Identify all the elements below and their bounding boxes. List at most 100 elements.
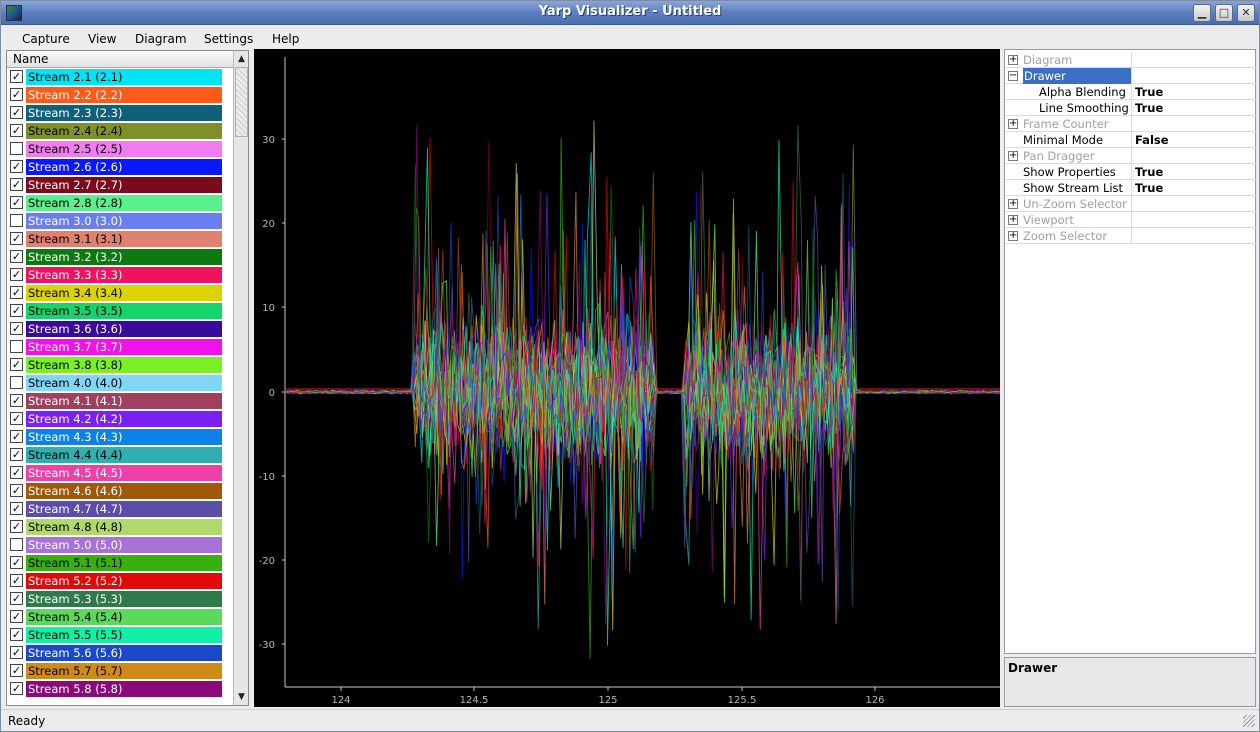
stream-list-item[interactable]: ✓ Stream 4.8 (4.8) <box>7 518 233 536</box>
stream-checkbox[interactable]: ✓ <box>10 196 23 209</box>
stream-list-scrollbar[interactable]: ▲ ▼ <box>233 51 248 705</box>
stream-list-item[interactable]: ✓ Stream 4.2 (4.2) <box>7 410 233 428</box>
stream-list-item[interactable]: ✓ Stream 3.5 (3.5) <box>7 302 233 320</box>
stream-checkbox[interactable]: ✓ <box>10 466 23 479</box>
expand-icon[interactable]: + <box>1008 215 1018 225</box>
property-value[interactable]: False <box>1135 132 1169 148</box>
stream-checkbox[interactable]: ✓ <box>10 664 23 677</box>
stream-checkbox[interactable] <box>10 538 23 551</box>
property-value[interactable]: True <box>1135 180 1163 196</box>
stream-list-item[interactable]: ✓ Stream 5.4 (5.4) <box>7 608 233 626</box>
scrollbar-thumb[interactable] <box>235 67 248 137</box>
stream-checkbox[interactable] <box>10 142 23 155</box>
stream-checkbox[interactable]: ✓ <box>10 394 23 407</box>
stream-checkbox[interactable]: ✓ <box>10 610 23 623</box>
stream-checkbox[interactable]: ✓ <box>10 70 23 83</box>
stream-list-item[interactable]: ✓ Stream 3.1 (3.1) <box>7 230 233 248</box>
stream-list-item[interactable]: ✓ Stream 2.7 (2.7) <box>7 176 233 194</box>
expand-icon[interactable]: + <box>1008 119 1018 129</box>
resize-grip-icon[interactable] <box>1243 715 1255 727</box>
stream-checkbox[interactable]: ✓ <box>10 682 23 695</box>
plot-canvas[interactable]: 30 20 10 0 -10 -20 -30 124 124.5 125 125.5 126 <box>254 49 1000 707</box>
menu-diagram[interactable]: Diagram <box>135 32 187 46</box>
expand-icon[interactable]: + <box>1008 151 1018 161</box>
stream-checkbox[interactable]: ✓ <box>10 106 23 119</box>
property-row[interactable]: + Pan Dragger <box>1005 148 1256 164</box>
scroll-up-arrow-icon[interactable]: ▲ <box>235 52 248 66</box>
stream-list-item[interactable]: Stream 4.0 (4.0) <box>7 374 233 392</box>
collapse-icon[interactable]: − <box>1008 71 1018 81</box>
stream-list-item[interactable]: ✓ Stream 2.2 (2.2) <box>7 86 233 104</box>
stream-list-item[interactable]: ✓ Stream 2.8 (2.8) <box>7 194 233 212</box>
stream-list-item[interactable]: ✓ Stream 5.3 (5.3) <box>7 590 233 608</box>
stream-checkbox[interactable]: ✓ <box>10 412 23 425</box>
stream-list-item[interactable]: ✓ Stream 4.6 (4.6) <box>7 482 233 500</box>
property-row[interactable]: Alpha Blending True <box>1005 84 1256 100</box>
stream-checkbox[interactable]: ✓ <box>10 592 23 605</box>
title-bar[interactable]: Yarp Visualizer - Untitled ▁ □ ✕ <box>1 1 1259 25</box>
property-row[interactable]: + Diagram <box>1005 52 1256 68</box>
stream-checkbox[interactable]: ✓ <box>10 322 23 335</box>
stream-list-item[interactable]: ✓ Stream 5.1 (5.1) <box>7 554 233 572</box>
property-row[interactable]: − Drawer <box>1005 68 1256 84</box>
stream-list-item[interactable]: ✓ Stream 4.7 (4.7) <box>7 500 233 518</box>
stream-list-item[interactable]: ✓ Stream 5.2 (5.2) <box>7 572 233 590</box>
expand-icon[interactable]: + <box>1008 55 1018 65</box>
stream-checkbox[interactable]: ✓ <box>10 520 23 533</box>
stream-list-item[interactable]: ✓ Stream 2.4 (2.4) <box>7 122 233 140</box>
stream-list-item[interactable]: ✓ Stream 3.4 (3.4) <box>7 284 233 302</box>
stream-checkbox[interactable] <box>10 376 23 389</box>
property-value[interactable]: True <box>1135 100 1163 116</box>
expand-icon[interactable]: + <box>1008 231 1018 241</box>
stream-checkbox[interactable]: ✓ <box>10 574 23 587</box>
property-row[interactable]: + Viewport <box>1005 212 1256 228</box>
stream-list-item[interactable]: ✓ Stream 2.3 (2.3) <box>7 104 233 122</box>
stream-list-item[interactable]: Stream 3.7 (3.7) <box>7 338 233 356</box>
property-row[interactable]: Minimal Mode False <box>1005 132 1256 148</box>
stream-checkbox[interactable]: ✓ <box>10 358 23 371</box>
stream-list-item[interactable]: ✓ Stream 2.6 (2.6) <box>7 158 233 176</box>
stream-list-item[interactable]: Stream 5.0 (5.0) <box>7 536 233 554</box>
property-row[interactable]: + Frame Counter <box>1005 116 1256 132</box>
stream-list-item[interactable]: Stream 3.0 (3.0) <box>7 212 233 230</box>
stream-checkbox[interactable]: ✓ <box>10 448 23 461</box>
stream-checkbox[interactable]: ✓ <box>10 304 23 317</box>
minimize-button[interactable]: ▁ <box>1193 4 1211 22</box>
expand-icon[interactable]: + <box>1008 199 1018 209</box>
property-row[interactable]: + Un-Zoom Selector <box>1005 196 1256 212</box>
stream-checkbox[interactable]: ✓ <box>10 268 23 281</box>
stream-list-header[interactable]: Name <box>7 51 233 68</box>
stream-list-item[interactable]: Stream 2.5 (2.5) <box>7 140 233 158</box>
property-row[interactable]: Show Properties True <box>1005 164 1256 180</box>
property-value[interactable]: True <box>1135 84 1163 100</box>
stream-checkbox[interactable]: ✓ <box>10 430 23 443</box>
scroll-down-arrow-icon[interactable]: ▼ <box>235 690 248 704</box>
stream-checkbox[interactable]: ✓ <box>10 250 23 263</box>
stream-checkbox[interactable]: ✓ <box>10 628 23 641</box>
property-row[interactable]: Show Stream List True <box>1005 180 1256 196</box>
property-value[interactable]: True <box>1135 164 1163 180</box>
stream-list-item[interactable]: ✓ Stream 3.2 (3.2) <box>7 248 233 266</box>
stream-checkbox[interactable]: ✓ <box>10 232 23 245</box>
stream-list-item[interactable]: ✓ Stream 3.3 (3.3) <box>7 266 233 284</box>
stream-list-item[interactable]: ✓ Stream 5.8 (5.8) <box>7 680 233 698</box>
stream-list-item[interactable]: ✓ Stream 4.1 (4.1) <box>7 392 233 410</box>
stream-list-item[interactable]: ✓ Stream 3.6 (3.6) <box>7 320 233 338</box>
stream-list-item[interactable]: ✓ Stream 4.3 (4.3) <box>7 428 233 446</box>
stream-checkbox[interactable] <box>10 340 23 353</box>
stream-checkbox[interactable]: ✓ <box>10 502 23 515</box>
stream-list-item[interactable]: ✓ Stream 3.8 (3.8) <box>7 356 233 374</box>
menu-help[interactable]: Help <box>272 32 299 46</box>
property-row[interactable]: + Zoom Selector <box>1005 228 1256 244</box>
stream-checkbox[interactable]: ✓ <box>10 160 23 173</box>
stream-checkbox[interactable]: ✓ <box>10 556 23 569</box>
stream-checkbox[interactable]: ✓ <box>10 286 23 299</box>
stream-list-item[interactable]: ✓ Stream 2.1 (2.1) <box>7 68 233 86</box>
stream-checkbox[interactable]: ✓ <box>10 88 23 101</box>
menu-settings[interactable]: Settings <box>204 32 253 46</box>
property-row[interactable]: Line Smoothing True <box>1005 100 1256 116</box>
stream-checkbox[interactable]: ✓ <box>10 178 23 191</box>
plot-area[interactable]: 30 20 10 0 -10 -20 -30 124 124.5 125 125.5 126 <box>254 49 1000 707</box>
menu-capture[interactable]: Capture <box>22 32 70 46</box>
maximize-button[interactable]: □ <box>1215 4 1233 22</box>
